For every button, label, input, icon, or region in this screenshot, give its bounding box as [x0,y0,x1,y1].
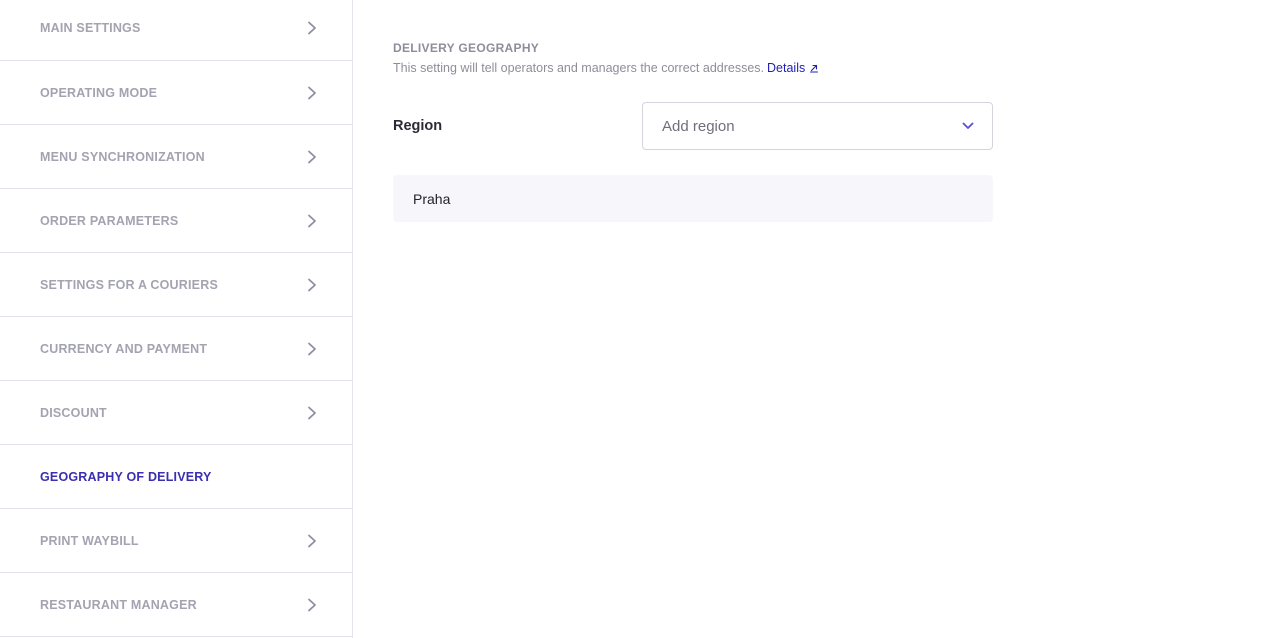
chevron-down-icon [962,122,974,130]
chevron-right-icon [304,20,320,36]
sidebar-item-label: ORDER PARAMETERS [40,213,179,228]
external-link-icon [809,62,819,73]
sidebar-item-operating-mode[interactable]: OPERATING MODE [0,61,352,125]
delivery-geography-panel: DELIVERY GEOGRAPHY This setting will tel… [393,0,1281,638]
sidebar-item-label: PRINT WAYBILL [40,533,139,548]
details-link-label: Details [767,61,806,75]
description-text: This setting will tell operators and man… [393,61,765,75]
sidebar-item-label: MAIN SETTINGS [40,21,141,35]
sidebar-item-label: SETTINGS FOR A COURIERS [40,277,218,292]
select-placeholder: Add region [662,117,735,135]
chevron-right-icon [304,277,320,293]
chevron-right-icon [304,597,320,613]
sidebar-item-currency-and-payment[interactable]: CURRENCY AND PAYMENT [0,317,352,381]
chevron-right-icon [304,405,320,421]
sidebar-item-label: DISCOUNT [40,405,107,420]
sidebar-item-main-settings[interactable]: MAIN SETTINGS [0,0,352,61]
region-name: Praha [413,190,451,207]
section-title: DELIVERY GEOGRAPHY [393,41,540,55]
sidebar-item-restaurant-manager[interactable]: RESTAURANT MANAGER [0,573,352,637]
sidebar-item-label: GEOGRAPHY OF DELIVERY [40,469,212,484]
sidebar-item-menu-synchronization[interactable]: MENU SYNCHRONIZATION [0,125,352,189]
sidebar-item-geography-of-delivery[interactable]: GEOGRAPHY OF DELIVERY [0,445,352,509]
sidebar-item-discount[interactable]: DISCOUNT [0,381,352,445]
sidebar-item-label: MENU SYNCHRONIZATION [40,149,205,164]
sidebar-item-label: RESTAURANT MANAGER [40,597,197,612]
section-description: This setting will tell operators and man… [393,61,819,75]
chevron-right-icon [304,533,320,549]
chevron-right-icon [304,341,320,357]
add-region-select[interactable]: Add region [642,102,993,150]
chevron-right-icon [304,85,320,101]
sidebar-item-print-waybill[interactable]: PRINT WAYBILL [0,509,352,573]
region-item: Praha [393,175,993,222]
chevron-right-icon [304,149,320,165]
region-label: Region [393,118,443,134]
details-link[interactable]: Details [767,61,819,75]
sidebar-item-order-parameters[interactable]: ORDER PARAMETERS [0,189,352,253]
sidebar-item-label: OPERATING MODE [40,85,158,100]
sidebar-item-label: CURRENCY AND PAYMENT [40,341,208,356]
chevron-right-icon [304,213,320,229]
settings-sidebar: MAIN SETTINGS OPERATING MODE MENU SYNCHR… [0,0,353,638]
sidebar-item-courier-settings[interactable]: SETTINGS FOR A COURIERS [0,253,352,317]
